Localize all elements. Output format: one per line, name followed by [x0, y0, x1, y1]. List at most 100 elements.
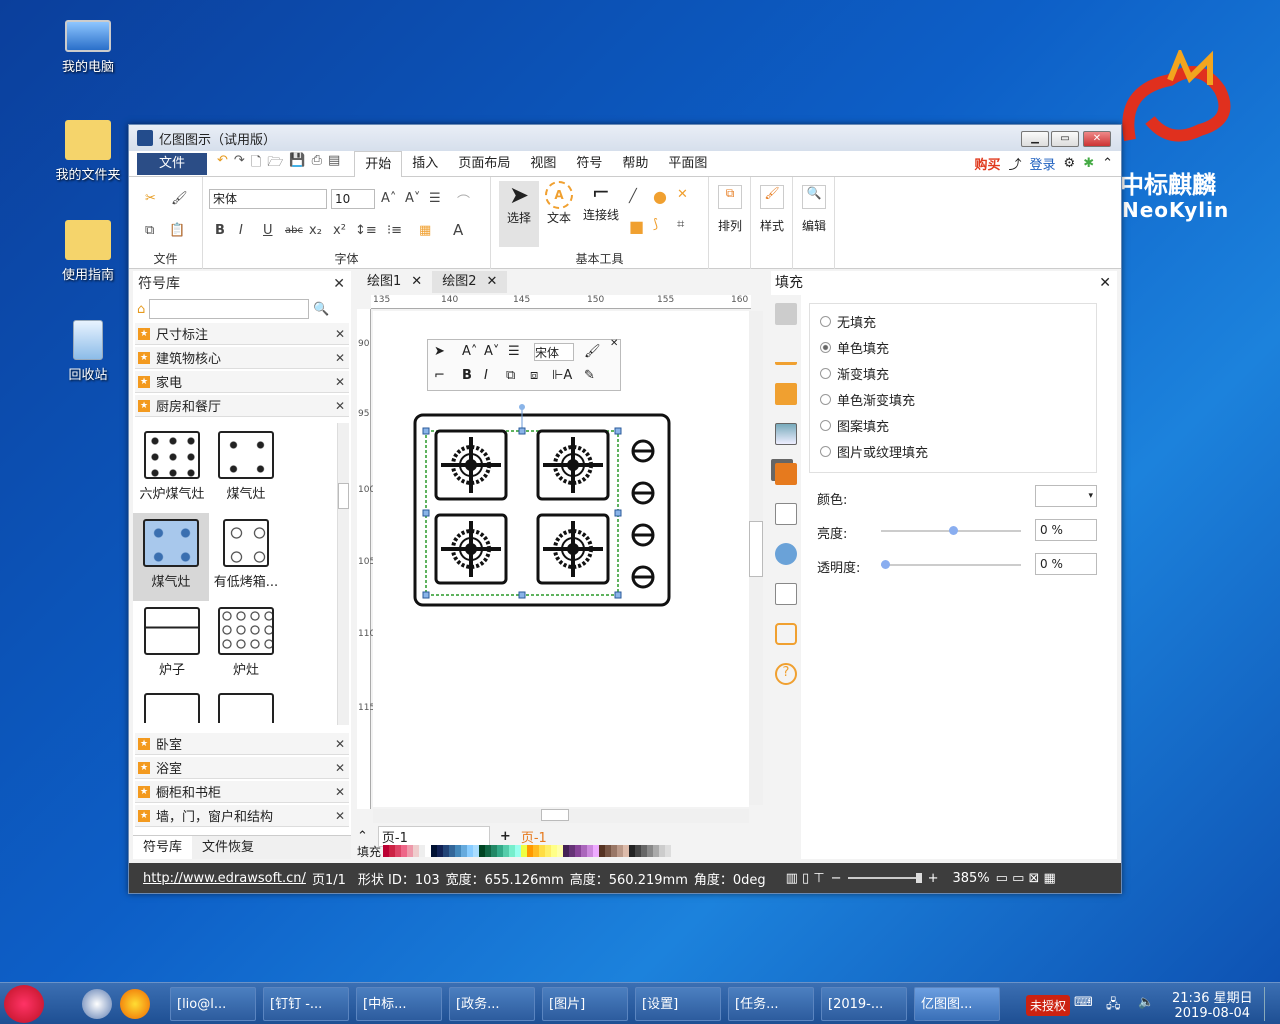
- fill-option-single-gradient[interactable]: 单色渐变填充: [810, 386, 1096, 412]
- arrange-button[interactable]: ⧉ 排列: [713, 185, 747, 234]
- fill-icon[interactable]: [775, 303, 797, 325]
- shadow-icon[interactable]: [775, 383, 797, 405]
- layer-icon[interactable]: [775, 463, 797, 485]
- unauthorized-badge[interactable]: 未授权: [1026, 995, 1071, 1016]
- brightness-input[interactable]: 0 %: [1035, 519, 1097, 541]
- share-icon[interactable]: ⤴: [1009, 154, 1022, 173]
- desktop-icon-guide[interactable]: 使用指南: [38, 220, 138, 283]
- superscript-icon[interactable]: x²: [333, 223, 346, 238]
- gear-icon[interactable]: ⚙: [1064, 156, 1076, 171]
- shape-item[interactable]: [135, 693, 209, 723]
- zoom-in-icon[interactable]: +: [928, 871, 939, 886]
- clock[interactable]: 21:36 星期日 2019-08-04: [1172, 987, 1253, 1021]
- close-icon[interactable]: ✕: [610, 338, 618, 349]
- network-icon[interactable]: 🖧: [1106, 995, 1121, 1017]
- grow-font-icon[interactable]: A˄: [462, 344, 477, 359]
- zoom-out-icon[interactable]: −: [831, 871, 842, 886]
- category-item[interactable]: ★ 建筑物核心 ✕: [135, 347, 349, 369]
- taskbar-item[interactable]: [中标...: [356, 987, 442, 1021]
- color-swatches[interactable]: [383, 845, 672, 857]
- attachment-icon[interactable]: [775, 583, 797, 605]
- transparency-slider[interactable]: [881, 560, 1021, 569]
- strikethrough-icon[interactable]: abc: [285, 225, 303, 236]
- tab-drawing-2[interactable]: 绘图2 ✕: [432, 271, 508, 293]
- color-swatch[interactable]: [665, 845, 672, 857]
- italic-icon[interactable]: I: [484, 368, 488, 383]
- category-item[interactable]: ★ 墙，门，窗户和结构 ✕: [135, 805, 349, 827]
- taskbar-item[interactable]: [图片]: [542, 987, 628, 1021]
- comment-icon[interactable]: [775, 623, 797, 645]
- start-menu-icon[interactable]: [4, 985, 44, 1023]
- open-icon[interactable]: 🗁: [267, 153, 283, 175]
- paste-icon[interactable]: 📋: [169, 223, 185, 238]
- close-icon[interactable]: ✕: [335, 351, 345, 365]
- send-back-icon[interactable]: ⧈: [530, 368, 538, 383]
- taskbar-item[interactable]: [lio@l...: [170, 987, 256, 1021]
- collapse-ribbon-icon[interactable]: ⌃: [1102, 156, 1113, 171]
- fit-icon[interactable]: ▭ ▭ ⊠ ▦: [996, 871, 1056, 886]
- fill-option-texture[interactable]: 图片或纹理填充: [810, 438, 1096, 464]
- highlight-icon[interactable]: ▦: [419, 223, 431, 238]
- close-icon[interactable]: ✕: [486, 271, 497, 293]
- print-icon[interactable]: ⎙: [312, 153, 322, 175]
- category-item[interactable]: ★ 浴室 ✕: [135, 757, 349, 779]
- bold-icon[interactable]: B: [215, 223, 225, 238]
- page-icon[interactable]: [775, 503, 797, 525]
- line-icon[interactable]: ╱: [629, 189, 637, 204]
- shape-item[interactable]: 炉灶: [209, 607, 283, 678]
- edit-button[interactable]: 🔍 编辑: [797, 185, 831, 234]
- scrollbar-thumb[interactable]: [541, 809, 569, 821]
- minimize-button[interactable]: ▁: [1021, 131, 1049, 147]
- slider-handle[interactable]: [915, 873, 922, 883]
- underline-icon[interactable]: U: [263, 223, 273, 238]
- line-style-icon[interactable]: ✎: [584, 368, 595, 383]
- zoom-level[interactable]: 385%: [952, 871, 989, 886]
- format-painter-icon[interactable]: 🖌: [584, 344, 601, 359]
- connector-icon[interactable]: ⌐: [434, 368, 445, 383]
- view-mode-icon[interactable]: ▥ ▯ ⊤: [786, 871, 825, 886]
- website-link[interactable]: http://www.edrawsoft.cn/: [143, 871, 306, 886]
- shape-item[interactable]: [209, 693, 283, 723]
- canvas-vertical-scrollbar[interactable]: [749, 311, 763, 805]
- shape-item-selected[interactable]: 煤气灶: [133, 513, 209, 601]
- gas-stove-shape[interactable]: [413, 403, 675, 607]
- category-item[interactable]: ★ 尺寸标注 ✕: [135, 323, 349, 345]
- library-close-icon[interactable]: ✕: [333, 271, 345, 297]
- fill-option-gradient[interactable]: 渐变填充: [810, 360, 1096, 386]
- slider-handle[interactable]: [881, 560, 890, 569]
- grow-font-icon[interactable]: A˄: [381, 191, 396, 206]
- text-tool-button[interactable]: A 文本: [541, 181, 577, 226]
- desktop-icon-computer[interactable]: 我的电脑: [38, 20, 138, 75]
- close-icon[interactable]: ✕: [335, 737, 345, 751]
- globe-icon[interactable]: [775, 543, 797, 565]
- undo-icon[interactable]: ↶: [217, 153, 228, 175]
- font-color-icon[interactable]: A: [453, 221, 463, 239]
- help-icon[interactable]: ?: [775, 663, 797, 685]
- export-icon[interactable]: ▤: [328, 153, 340, 175]
- connector-tool-button[interactable]: ⌐ 连接线: [579, 181, 623, 223]
- category-item[interactable]: ★ 家电 ✕: [135, 371, 349, 393]
- ellipse-icon[interactable]: ●: [653, 187, 667, 206]
- tab-page-layout[interactable]: 页面布局: [448, 151, 520, 177]
- scrollbar-thumb[interactable]: [749, 521, 763, 577]
- taskbar-item[interactable]: [政务...: [449, 987, 535, 1021]
- add-page-icon[interactable]: +: [500, 829, 511, 844]
- keyboard-icon[interactable]: ⌨: [1074, 995, 1093, 1010]
- pointer-icon[interactable]: ➤: [434, 344, 445, 359]
- canvas-horizontal-scrollbar[interactable]: [373, 809, 749, 823]
- tab-insert[interactable]: 插入: [402, 151, 448, 177]
- library-search-input[interactable]: [149, 299, 310, 319]
- close-icon[interactable]: ✕: [411, 271, 422, 293]
- close-icon[interactable]: ✕: [335, 399, 345, 413]
- scrollbar-thumb[interactable]: [338, 483, 349, 509]
- save-icon[interactable]: 💾: [289, 153, 305, 175]
- shape-item[interactable]: 六炉煤气灶: [135, 431, 209, 502]
- chevron-up-icon[interactable]: ⌃: [357, 829, 368, 844]
- align-icon[interactable]: ☰: [508, 344, 520, 359]
- color-picker[interactable]: ▾: [1035, 485, 1097, 507]
- text-size-icon[interactable]: ⊩A: [552, 368, 572, 383]
- close-icon[interactable]: ✕: [335, 375, 345, 389]
- tab-view[interactable]: 视图: [520, 151, 566, 177]
- close-icon[interactable]: ✕: [335, 761, 345, 775]
- firefox-icon[interactable]: [120, 989, 150, 1019]
